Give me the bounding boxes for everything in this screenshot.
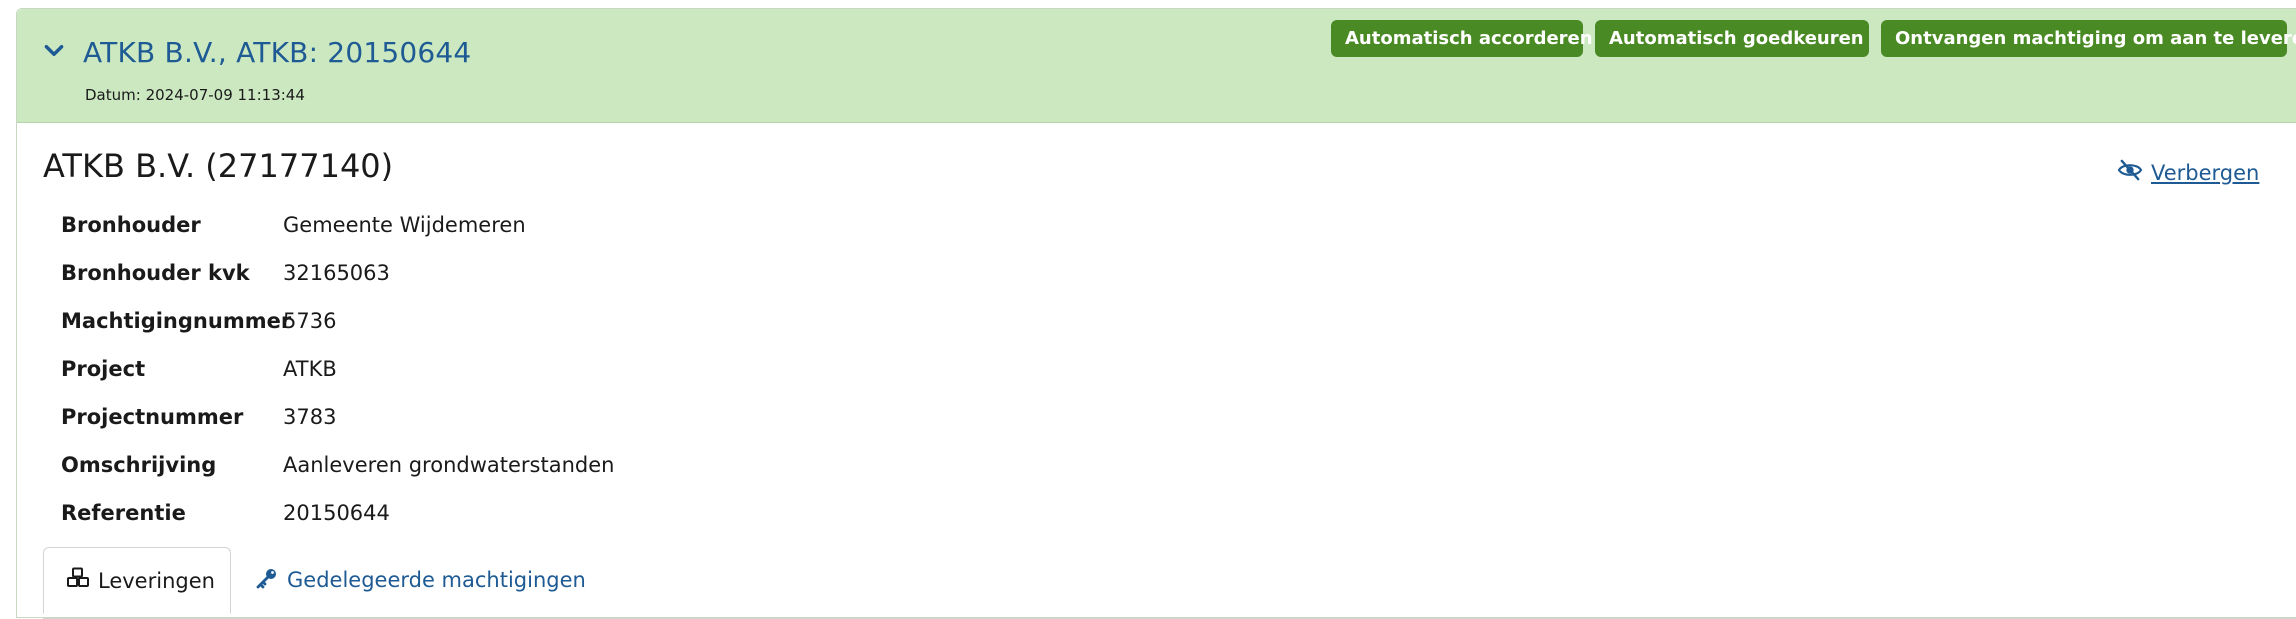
- detail-label: Bronhouder: [61, 213, 201, 237]
- detail-label: Bronhouder kvk: [61, 261, 250, 285]
- tab-label: Gedelegeerde machtigingen: [287, 568, 586, 592]
- detail-row: Referentie 20150644: [61, 493, 861, 541]
- cubes-icon: [66, 566, 90, 595]
- hide-link-label: Verbergen: [2151, 160, 2260, 185]
- detail-label: Machtigingnummer: [61, 309, 292, 333]
- detail-value: Aanleveren grondwaterstanden: [283, 453, 615, 477]
- detail-value: 5736: [283, 309, 337, 333]
- detail-label: Project: [61, 357, 146, 381]
- detail-row: Projectnummer 3783: [61, 397, 861, 445]
- hide-link[interactable]: Verbergen: [2117, 159, 2259, 186]
- detail-value: 3783: [283, 405, 337, 429]
- received-authorization-button[interactable]: Ontvangen machtiging om aan te leveren: [1881, 20, 2296, 57]
- detail-label: Omschrijving: [61, 453, 217, 477]
- tab-bar: Leveringen Gedelegeerde machtigingen: [43, 539, 2296, 619]
- details-list: Bronhouder Gemeente Wijdemeren Bronhoude…: [61, 205, 861, 541]
- detail-row: Bronhouder Gemeente Wijdemeren: [61, 205, 861, 253]
- detail-value: ATKB: [283, 357, 337, 381]
- detail-row: Omschrijving Aanleveren grondwaterstande…: [61, 445, 861, 493]
- detail-row: Project ATKB: [61, 349, 861, 397]
- auto-accord-button[interactable]: Automatisch accorderen: [1331, 20, 1593, 57]
- chevron-down-icon[interactable]: [41, 37, 67, 63]
- tab-leveringen[interactable]: Leveringen: [43, 547, 231, 614]
- entity-title: ATKB B.V. (27177140): [43, 147, 394, 185]
- detail-value: 32165063: [283, 261, 390, 285]
- panel-date: Datum: 2024-07-09 11:13:44: [85, 86, 305, 104]
- tab-gedelegeerde-machtigingen[interactable]: Gedelegeerde machtigingen: [255, 547, 586, 613]
- key-icon: [255, 566, 279, 595]
- panel-header: ATKB B.V., ATKB: 20150644 Datum: 2024-07…: [17, 9, 2296, 123]
- detail-value: Gemeente Wijdemeren: [283, 213, 526, 237]
- authorization-panel: ATKB B.V., ATKB: 20150644 Datum: 2024-07…: [16, 8, 2296, 619]
- detail-row: Machtigingnummer 5736: [61, 301, 861, 349]
- detail-label: Projectnummer: [61, 405, 244, 429]
- panel-title[interactable]: ATKB B.V., ATKB: 20150644: [83, 36, 471, 69]
- detail-value: 20150644: [283, 501, 390, 525]
- auto-approve-button[interactable]: Automatisch goedkeuren: [1595, 20, 1869, 57]
- tab-label: Leveringen: [98, 568, 215, 593]
- detail-label: Referentie: [61, 501, 186, 525]
- detail-row: Bronhouder kvk 32165063: [61, 253, 861, 301]
- eye-slash-icon: [2117, 159, 2143, 186]
